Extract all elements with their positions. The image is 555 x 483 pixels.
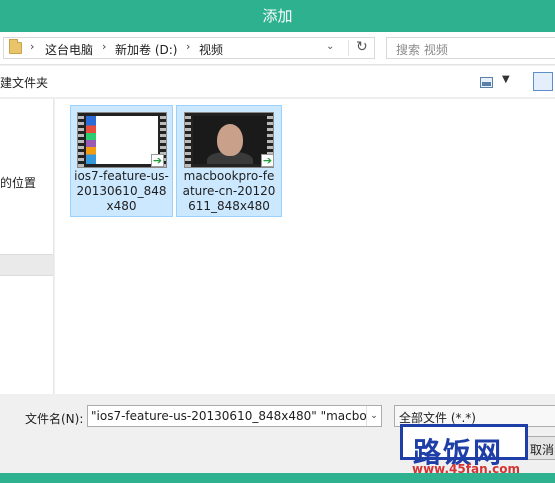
navigation-bar: › 这台电脑 › 新加卷 (D:) › 视频 ⌄ ↻ 搜索 视频 bbox=[0, 32, 555, 65]
file-list: ➔ ios7-feature-us-20130610_848x480 ➔ mac… bbox=[55, 99, 555, 394]
breadcrumb-drive-d[interactable]: 新加卷 (D:) bbox=[115, 41, 177, 58]
shortcut-arrow-icon: ➔ bbox=[261, 154, 274, 167]
chevron-right-icon[interactable]: › bbox=[30, 40, 34, 53]
preview-pane-icon[interactable] bbox=[533, 72, 553, 91]
breadcrumb-this-pc[interactable]: 这台电脑 bbox=[45, 41, 93, 58]
chevron-down-icon[interactable]: ▼ bbox=[502, 74, 510, 85]
search-input[interactable]: 搜索 视频 bbox=[386, 37, 555, 59]
chevron-right-icon[interactable]: › bbox=[186, 40, 190, 53]
file-item[interactable]: ➔ macbookpro-feature-cn-20120611_848x480 bbox=[176, 105, 282, 217]
folder-icon bbox=[9, 39, 22, 54]
filename-value: "ios7-feature-us-20130610_848x480" "macb… bbox=[91, 409, 381, 423]
toolbar: 建文件夹 ▼ bbox=[0, 66, 555, 98]
window-title: 添加 bbox=[0, 0, 555, 32]
refresh-icon[interactable]: ↻ bbox=[356, 39, 368, 55]
search-placeholder: 搜索 视频 bbox=[396, 43, 448, 57]
view-options-icon[interactable] bbox=[480, 77, 493, 88]
breadcrumb-videos[interactable]: 视频 bbox=[199, 41, 223, 58]
nav-item-locations[interactable]: 的位置 bbox=[0, 174, 36, 191]
watermark-logo: 路饭网 www.45fan.com bbox=[396, 420, 532, 478]
watermark-url: www.45fan.com bbox=[412, 462, 521, 476]
address-bar[interactable]: › 这台电脑 › 新加卷 (D:) › 视频 ⌄ ↻ bbox=[3, 37, 375, 59]
navigation-pane: 的位置 bbox=[0, 99, 54, 394]
shortcut-arrow-icon: ➔ bbox=[151, 154, 164, 167]
chevron-right-icon[interactable]: › bbox=[102, 40, 106, 53]
new-folder-button[interactable]: 建文件夹 bbox=[0, 74, 48, 91]
filename-label: 文件名(N): bbox=[25, 412, 84, 426]
nav-item-selected[interactable] bbox=[0, 254, 53, 276]
file-name: macbookpro-feature-cn-20120611_848x480 bbox=[182, 169, 276, 213]
file-name: ios7-feature-us-20130610_848x480 bbox=[74, 169, 169, 213]
watermark-box: 路饭网 bbox=[400, 424, 528, 469]
divider bbox=[348, 40, 349, 56]
chevron-down-icon[interactable]: ⌄ bbox=[326, 41, 334, 52]
filename-input[interactable]: "ios7-feature-us-20130610_848x480" "macb… bbox=[87, 405, 382, 427]
file-item[interactable]: ➔ ios7-feature-us-20130610_848x480 bbox=[70, 105, 173, 217]
chevron-down-icon[interactable]: ⌄ bbox=[366, 406, 381, 426]
